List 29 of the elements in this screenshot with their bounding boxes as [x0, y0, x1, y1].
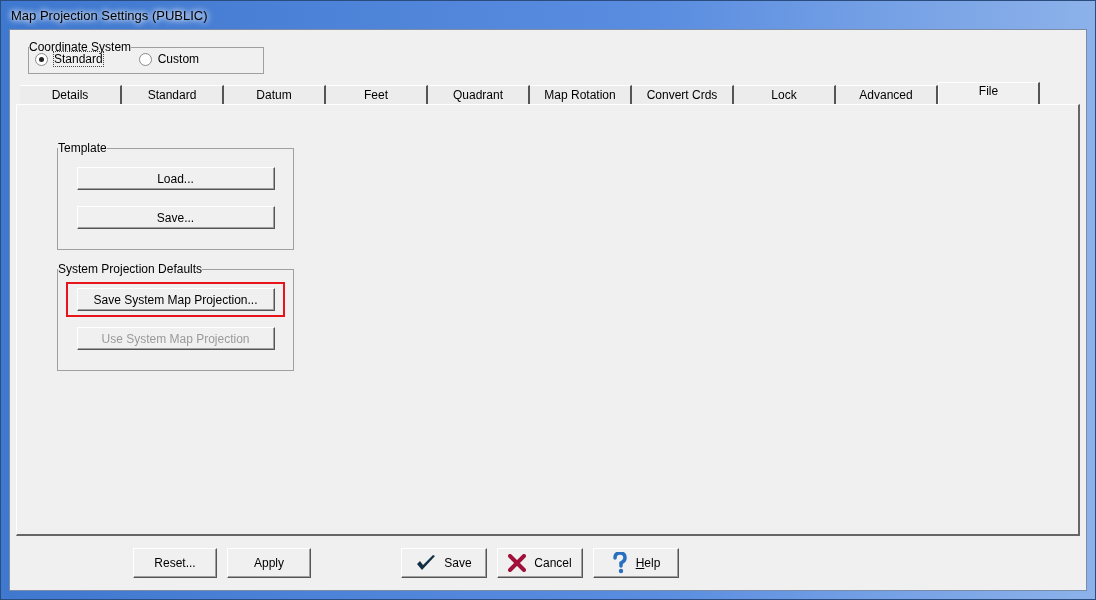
tab[interactable]: Quadrant [428, 85, 530, 104]
footer-button[interactable]: Cancel [497, 548, 583, 578]
question-mark-icon [611, 552, 628, 574]
group-button[interactable]: Save... [76, 206, 275, 229]
radio-option[interactable]: Standard [35, 52, 103, 66]
cross-icon [508, 554, 527, 572]
tab[interactable]: Advanced [836, 85, 938, 104]
tab[interactable]: Standard [122, 85, 224, 104]
radio-button[interactable] [138, 52, 152, 66]
tab[interactable]: Map Rotation [530, 85, 632, 104]
radio-button[interactable] [35, 52, 48, 66]
window-title: Map Projection Settings (PUBLIC) [10, 7, 209, 23]
radio-option[interactable]: Custom [138, 52, 200, 66]
tab[interactable]: Convert Crds [632, 85, 734, 104]
checkmark-icon [416, 554, 437, 572]
footer-button[interactable]: Help [593, 548, 679, 578]
group-title: System Projection Defaults [58, 262, 203, 276]
footer-button[interactable]: Apply [227, 548, 311, 578]
footer-button[interactable]: Save [401, 548, 487, 578]
tab[interactable]: File [938, 82, 1040, 104]
tab[interactable]: Details [20, 85, 122, 104]
tab[interactable]: Feet [326, 85, 428, 104]
group-title: Coordinate System [29, 40, 132, 54]
tab[interactable]: Datum [224, 85, 326, 104]
tab[interactable]: Lock [734, 85, 836, 104]
group-button[interactable]: Save System Map Projection... [76, 288, 275, 311]
group-button[interactable]: Load... [76, 167, 275, 190]
footer-button[interactable]: Reset... [133, 548, 217, 578]
group-title: Template [58, 141, 107, 155]
